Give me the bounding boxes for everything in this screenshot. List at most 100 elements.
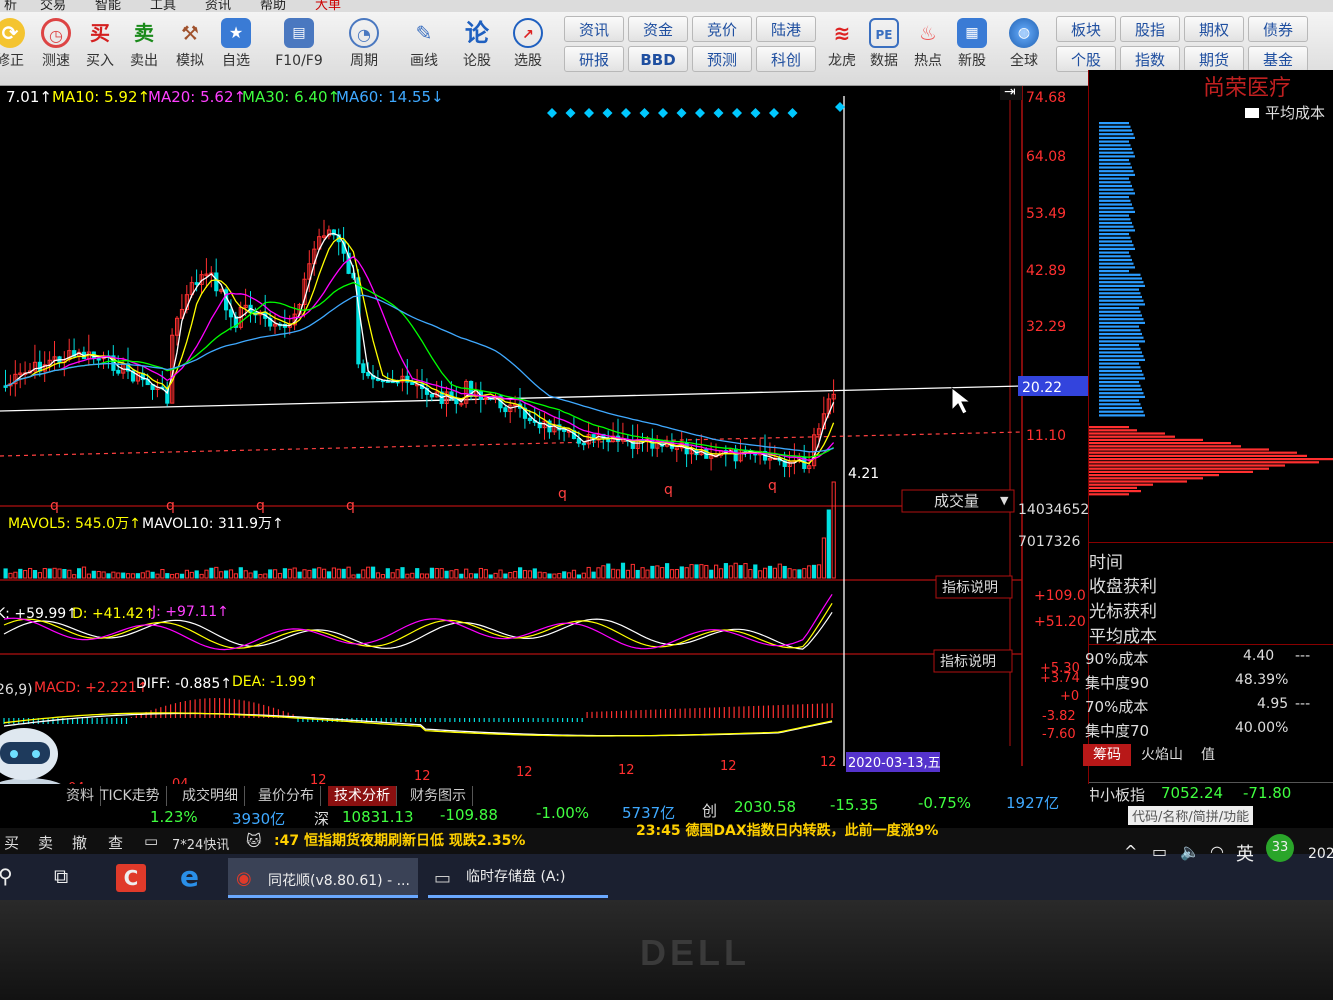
chevron-up-icon[interactable]: ^ [1124,842,1137,861]
ma-line [5,232,835,465]
menu-item[interactable]: 析 [4,0,17,12]
volume-bar [57,568,62,579]
kdj-help-label: 指标说明 [942,580,998,596]
volume-bar [224,570,229,579]
menu-item[interactable]: 资讯 [205,0,231,12]
conc90-label: 集中度90 [1085,674,1150,692]
quick-btn-funds2[interactable]: 基金 [1248,46,1308,72]
volume-bar [189,571,194,579]
conc70-label: 集中度70 [1085,722,1150,740]
task-view-icon[interactable]: ⧉ [54,864,68,888]
tab-flame[interactable]: 火焰山 [1133,744,1191,766]
volume-bar [743,563,748,579]
quick-btn-stocks[interactable]: 个股 [1056,46,1116,72]
volume-bar [792,569,797,579]
toolbar-btn-dragon[interactable]: ≋ 龙虎 [820,16,864,84]
trade-query-button[interactable]: 查 [108,832,123,853]
chevron-down-icon[interactable]: ▼ [1000,494,1009,507]
toolbar-btn-watchlist[interactable]: ★ 自选 [214,16,258,84]
window-icon[interactable]: ▭ [144,832,158,850]
volume-bar [351,574,356,579]
search-icon[interactable]: ⚲ [0,864,13,888]
tab-tick[interactable]: TICK走势 [94,786,167,806]
toolbar-btn-speed[interactable]: ◷ 测速 [34,16,78,84]
taskbar-app-ths[interactable]: ◉ 同花顺(v8.80.61) - ... [228,858,418,898]
code-search-input[interactable]: 代码/名称/简拼/功能 [1128,806,1254,825]
quick-btn-hk[interactable]: 陆港 [756,16,816,42]
toolbar-btn-draw[interactable]: ✎ 画线 [402,16,446,84]
toolbar-btn-hot[interactable]: ♨ 热点 [906,16,950,84]
toolbar-btn-simulate[interactable]: ⚒ 模拟 [168,16,212,84]
quick-btn-index[interactable]: 指数 [1120,46,1180,72]
menu-item[interactable]: 智能 [95,0,121,12]
volume-bar [390,572,395,579]
quick-btn-research[interactable]: 研报 [564,46,624,72]
volume-icon[interactable]: 🔈 [1180,842,1200,861]
taskbar-app-drive[interactable]: ▭ 临时存储盘 (A:) [428,858,608,898]
toolbar-btn-ipo[interactable]: ▦ 新股 [950,16,994,84]
toolbar-btn-f10[interactable]: ▤ F10/F9 [272,16,326,84]
trade-sell-button[interactable]: 卖 [38,832,53,853]
taskbar-app-label: 临时存储盘 (A:) [466,869,566,885]
toolbar-btn-buy[interactable]: 买 买入 [78,16,122,84]
toolbar-btn-discuss[interactable]: 论 论股 [455,16,499,84]
signal-diamond-icon [787,108,798,118]
tab-chips[interactable]: 筹码 [1083,744,1131,766]
volume-bar [439,568,444,579]
volume-bar [709,569,714,579]
kline-svg[interactable]: 7.01↑ MA10: 5.92↑ MA20: 5.62↑ MA30: 6.40… [0,86,1090,806]
toolbar-btn-data[interactable]: PE 数据 [862,16,906,84]
clock[interactable]: 202 [1308,846,1333,862]
tab-trades[interactable]: 成交明细 [176,786,245,806]
quick-btn-index-futures[interactable]: 股指 [1120,16,1180,42]
toolbar-btn-refresh[interactable]: ⟳ 修正 [0,16,32,84]
news-item[interactable]: 23:45 德国DAX指数日内转跌，此前一度涨9% [636,820,938,840]
toolbar-btn-sell[interactable]: 卖 卖出 [122,16,166,84]
price-tick: 53.49 [1026,206,1066,222]
quick-btn-forecast[interactable]: 预测 [692,46,752,72]
quick-btn-sector[interactable]: 板块 [1056,16,1116,42]
battery-icon[interactable]: ▭ [1152,842,1167,861]
menu-item[interactable]: 工具 [150,0,176,12]
menu-item[interactable]: 帮助 [260,0,286,12]
tab-technical[interactable]: 技术分析 [328,786,397,806]
quick-btn-funds[interactable]: 资金 [628,16,688,42]
volume-bar [665,563,670,579]
toolbar-btn-select[interactable]: ↗ 选股 [506,16,550,84]
quick-btn-news[interactable]: 资讯 [564,16,624,42]
menu-item[interactable]: 大单 [315,0,341,12]
ime-indicator[interactable]: 英 [1236,840,1254,866]
quick-btn-options[interactable]: 期权 [1184,16,1244,42]
news-label[interactable]: 7*24快讯 [172,834,229,853]
trade-cancel-button[interactable]: 撤 [72,832,87,853]
tab-financial[interactable]: 财务图示 [404,786,473,806]
toolbar-btn-period[interactable]: ◔ 周期 [342,16,386,84]
volume-bar [532,568,537,579]
quick-btn-auction[interactable]: 竞价 [692,16,752,42]
volume-bar [733,562,738,579]
candle-body [214,272,219,292]
quick-btn-bbd[interactable]: BBD [628,46,688,72]
quick-btn-futures[interactable]: 期货 [1184,46,1244,72]
toolbar-btn-global[interactable]: ◍ 全球 [1002,16,1046,84]
wifi-icon[interactable]: ◠ [1210,842,1224,861]
cursor-date-label: 2020-03-13,五 [848,756,941,771]
menu-item[interactable]: 交易 [40,0,66,12]
app-c-icon[interactable]: C [116,864,146,892]
volume-bar [826,509,831,579]
quick-btn-star[interactable]: 科创 [756,46,816,72]
tab-volume-profile[interactable]: 量价分布 [252,786,321,806]
kline-chart[interactable]: 7.01↑ MA10: 5.92↑ MA20: 5.62↑ MA30: 6.40… [0,86,1090,806]
tab-value[interactable]: 值 [1193,744,1223,766]
trade-buy-button[interactable]: 买 [4,832,19,853]
volume-bar [282,568,287,579]
volume-tick: 14034652 [1018,502,1089,518]
mavol10-legend: MAVOL10: 311.9万↑ [142,516,284,532]
notification-badge[interactable]: 33 [1266,834,1294,862]
quick-btn-bonds[interactable]: 债券 [1248,16,1308,42]
volume-bar [248,572,253,579]
kdj-tick: +51.20 [1034,614,1086,630]
chip-bar-blue [1099,262,1134,265]
news-item[interactable]: :47 恒指期货夜期刷新日低 现跌2.35% [274,830,525,850]
edge-icon[interactable]: e [180,860,199,893]
